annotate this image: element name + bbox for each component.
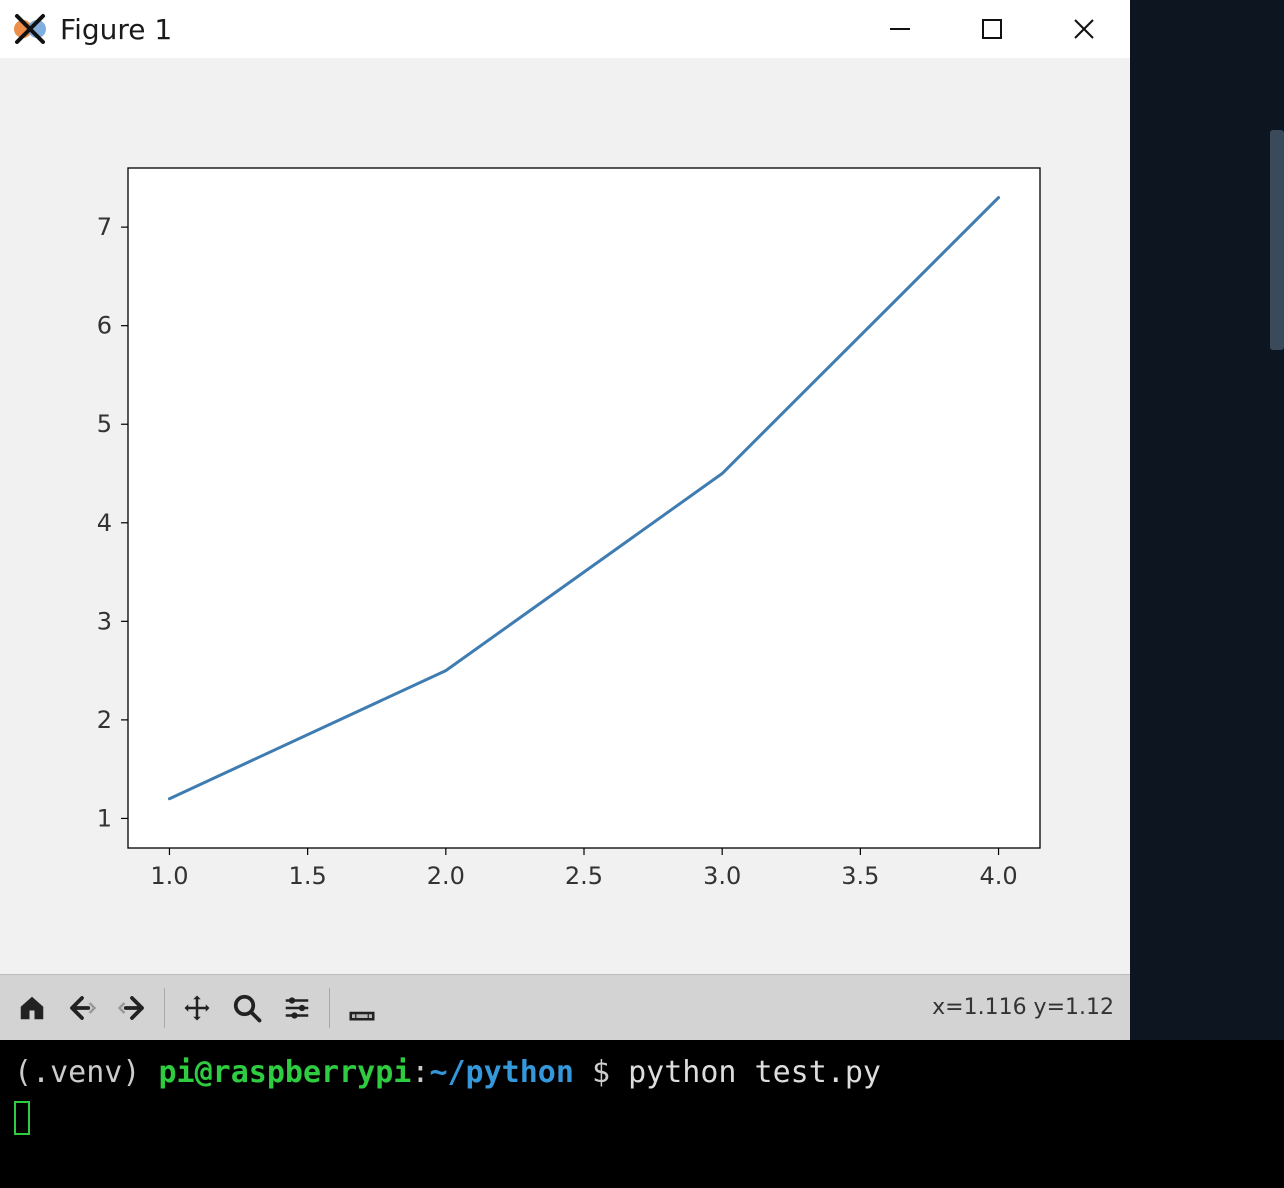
plot-canvas[interactable]: 1.0 1.5 2.0 2.5 3.0 3.5 4.0 1 2 3 4 5 6 7 bbox=[0, 58, 1130, 974]
figure-toolbar: x=1.116 y=1.12 bbox=[0, 974, 1130, 1040]
title-bar[interactable]: Figure 1 bbox=[0, 0, 1130, 58]
svg-text:2.0: 2.0 bbox=[427, 862, 465, 890]
terminal-command: python test.py bbox=[628, 1055, 881, 1090]
save-icon bbox=[347, 993, 377, 1023]
terminal[interactable]: (.venv) pi@raspberrypi:~/python $ python… bbox=[0, 1040, 1284, 1188]
forward-arrow-icon bbox=[117, 993, 147, 1023]
save-button[interactable] bbox=[340, 986, 384, 1030]
scrollbar[interactable] bbox=[1270, 130, 1284, 350]
line-chart: 1.0 1.5 2.0 2.5 3.0 3.5 4.0 1 2 3 4 5 6 7 bbox=[0, 58, 1130, 974]
venv-indicator: (.venv) bbox=[14, 1055, 159, 1090]
minimize-button[interactable] bbox=[854, 0, 946, 58]
home-button[interactable] bbox=[10, 986, 54, 1030]
svg-text:7: 7 bbox=[97, 213, 112, 241]
toolbar-separator bbox=[164, 988, 165, 1028]
sliders-icon bbox=[282, 993, 312, 1023]
window-title: Figure 1 bbox=[60, 13, 172, 46]
svg-text:1.0: 1.0 bbox=[150, 862, 188, 890]
zoom-icon bbox=[232, 993, 262, 1023]
svg-text:4.0: 4.0 bbox=[979, 862, 1017, 890]
move-icon bbox=[182, 993, 212, 1023]
window-controls bbox=[854, 0, 1130, 58]
terminal-prompt-symbol: $ bbox=[574, 1055, 628, 1090]
toolbar-separator bbox=[329, 988, 330, 1028]
background-panel bbox=[1130, 0, 1284, 1040]
cursor-coordinates: x=1.116 y=1.12 bbox=[932, 995, 1114, 1020]
svg-text:3.5: 3.5 bbox=[841, 862, 879, 890]
close-button[interactable] bbox=[1038, 0, 1130, 58]
svg-text:3: 3 bbox=[97, 607, 112, 635]
svg-text:2.5: 2.5 bbox=[565, 862, 603, 890]
pan-button[interactable] bbox=[175, 986, 219, 1030]
maximize-button[interactable] bbox=[946, 0, 1038, 58]
svg-text:3.0: 3.0 bbox=[703, 862, 741, 890]
svg-text:2: 2 bbox=[97, 706, 112, 734]
home-icon bbox=[17, 993, 47, 1023]
svg-text:1.5: 1.5 bbox=[289, 862, 327, 890]
back-button[interactable] bbox=[60, 986, 104, 1030]
svg-text:4: 4 bbox=[97, 509, 112, 537]
terminal-path: ~/python bbox=[429, 1055, 574, 1090]
zoom-button[interactable] bbox=[225, 986, 269, 1030]
svg-text:6: 6 bbox=[97, 312, 112, 340]
terminal-user-host: pi@raspberrypi bbox=[159, 1055, 412, 1090]
configure-button[interactable] bbox=[275, 986, 319, 1030]
figure-window: Figure 1 1.0 1.5 2.0 2.5 3.0 3.5 4.0 1 2 3 4 5 6 7 bbox=[0, 0, 1130, 1040]
terminal-cursor bbox=[14, 1101, 30, 1135]
svg-text:1: 1 bbox=[97, 804, 112, 832]
app-icon bbox=[12, 11, 48, 47]
back-arrow-icon bbox=[67, 993, 97, 1023]
forward-button[interactable] bbox=[110, 986, 154, 1030]
svg-text:5: 5 bbox=[97, 410, 112, 438]
